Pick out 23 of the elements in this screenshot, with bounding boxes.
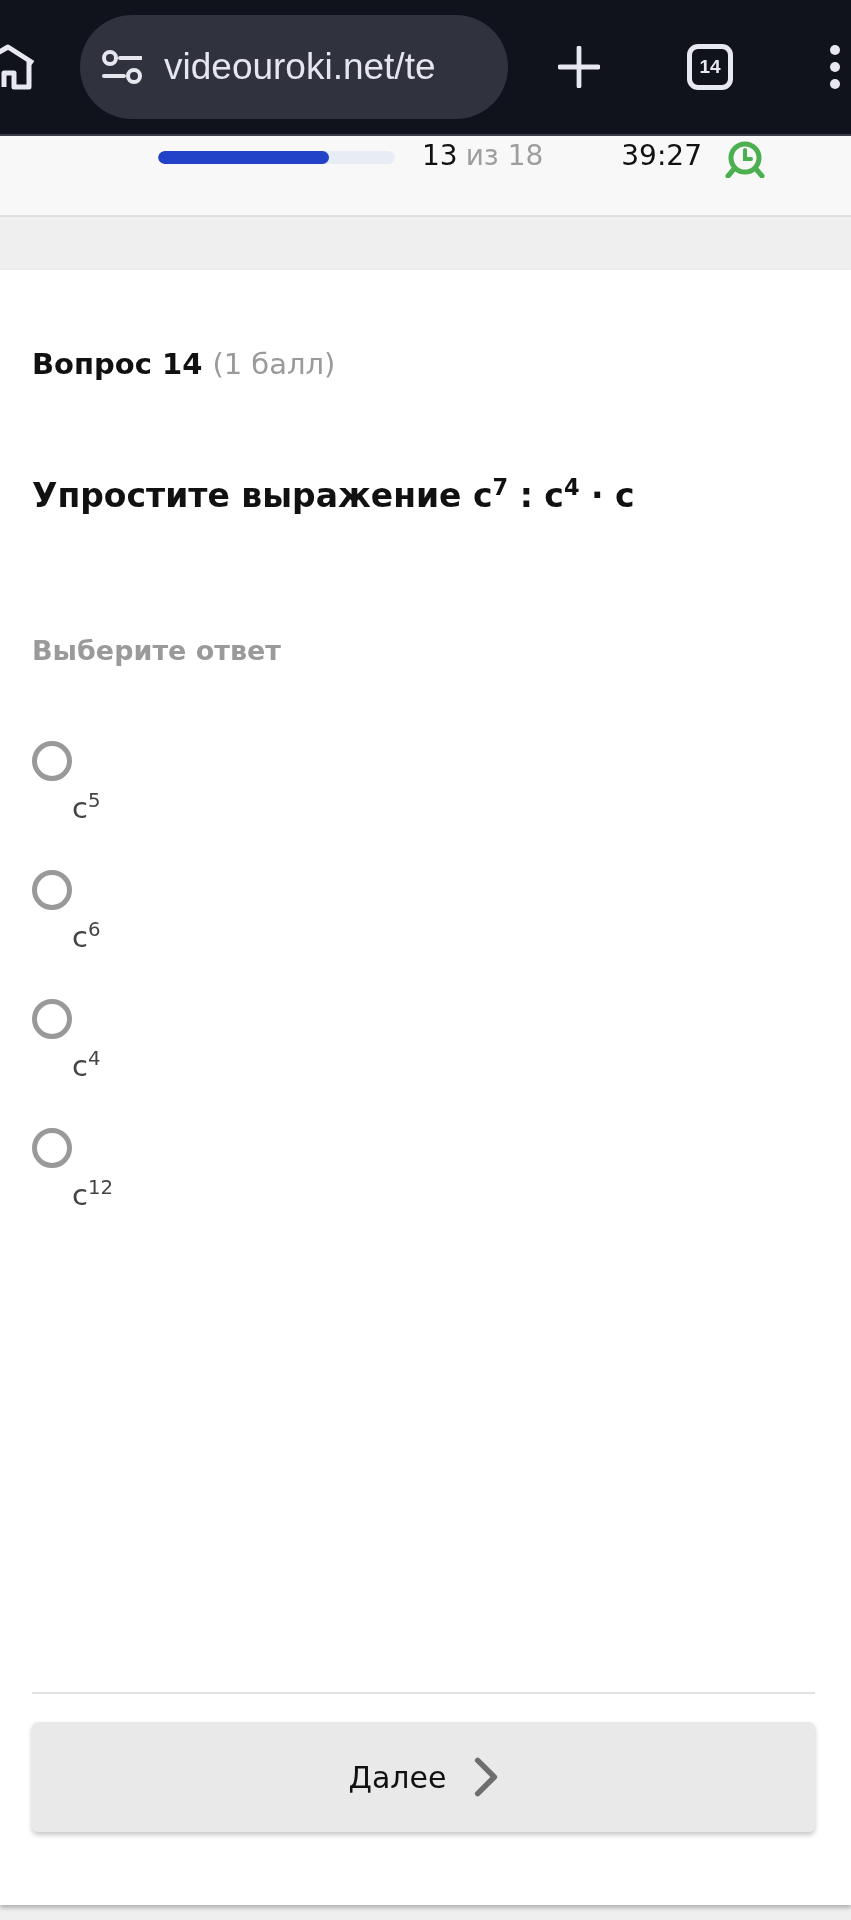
radio-button[interactable]: [32, 870, 72, 910]
site-settings-icon[interactable]: [102, 50, 142, 84]
radio-button[interactable]: [32, 999, 72, 1039]
question-total: из 18: [465, 138, 544, 174]
radio-button[interactable]: [32, 1128, 72, 1168]
menu-icon[interactable]: [829, 45, 841, 89]
question-text: Упростите выражение c$^{7}$ : c$^{4}$ · c: [32, 474, 635, 517]
question-title: Вопрос 14: [32, 346, 203, 382]
option-label: c$^{12}$: [72, 1176, 114, 1214]
question-points: (1 балл): [212, 346, 336, 382]
address-bar[interactable]: videouroki.net/te: [80, 15, 508, 119]
chevron-right-icon: [474, 1756, 499, 1798]
radio-button[interactable]: [32, 741, 72, 781]
answer-prompt: Выберите ответ: [32, 634, 281, 668]
home-icon[interactable]: [0, 43, 36, 91]
option-label: c$^{4}$: [72, 1047, 101, 1085]
new-tab-plus-icon[interactable]: [558, 46, 600, 88]
next-button[interactable]: Далее: [32, 1722, 815, 1832]
option-label: c$^{6}$: [72, 918, 101, 956]
tab-switcher-button[interactable]: 14: [687, 44, 733, 90]
timer-text: 39:27: [621, 138, 702, 174]
option-label: c$^{5}$: [72, 789, 101, 827]
question-number: 13: [422, 138, 458, 174]
